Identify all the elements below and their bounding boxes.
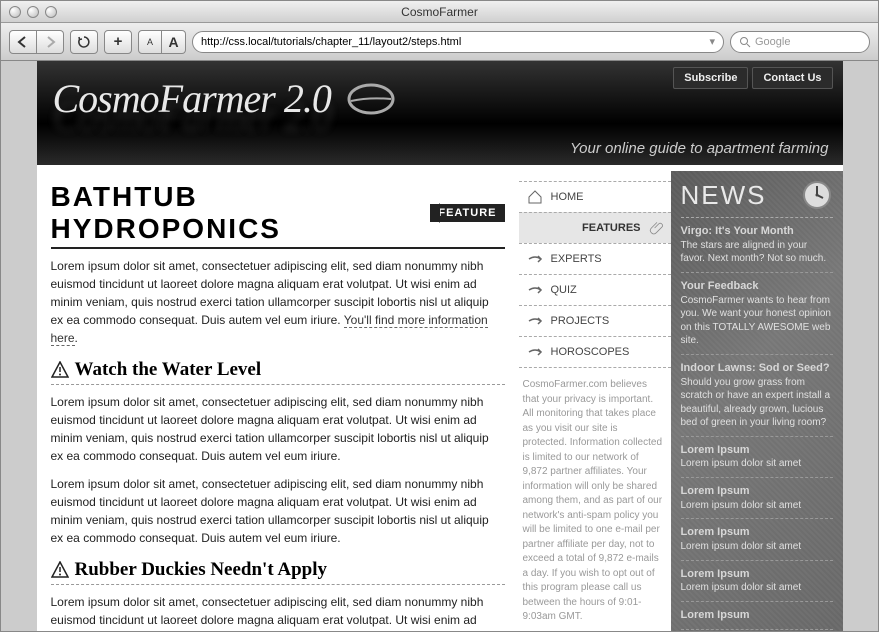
browser-window: CosmoFarmer + A A http://css.local/tutor… [0,0,879,632]
reload-button[interactable] [70,30,98,54]
news-item[interactable]: Lorem IpsumLorem ipsum dolor sit amet [681,437,833,478]
nav-buttons [9,30,64,54]
nav-label: FEATURES [582,222,640,234]
text-size-buttons: A A [138,30,186,54]
arrow-icon [527,344,543,360]
news-item-body: Should you grow grass from scratch or ha… [681,377,831,429]
nav-label: PROJECTS [551,315,610,327]
search-icon [739,36,751,48]
nav-label: HOME [551,191,584,203]
news-item[interactable]: Lorem IpsumLorem ipsum dolor sit amet [681,561,833,602]
contact-button[interactable]: Contact Us [752,67,832,89]
site-logo-text[interactable]: CosmoFarmer 2.0 [53,75,331,122]
text-larger-button[interactable]: A [162,30,186,54]
arrow-icon [527,282,543,298]
browser-toolbar: + A A http://css.local/tutorials/chapter… [1,23,878,61]
news-item[interactable]: Lorem IpsumLorem ipsum dolor sit amet [681,519,833,560]
news-item[interactable]: Lorem IpsumLorem ipsum dolor sit amet [681,478,833,519]
plus-icon: + [114,33,123,50]
titlebar: CosmoFarmer [1,1,878,23]
article-title: BATHTUB HYDROPONICS FEATURE [51,181,505,249]
article-title-text: BATHTUB HYDROPONICS [51,181,431,245]
news-title: NEWS [681,180,767,211]
page-body: BATHTUB HYDROPONICS FEATURE Lorem ipsum … [37,165,843,631]
nav-item-home[interactable]: HOME [519,181,671,212]
main-column: BATHTUB HYDROPONICS FEATURE Lorem ipsum … [37,171,519,631]
subheading-text: Watch the Water Level [75,359,262,381]
news-item-body: Lorem ipsum dolor sit amet [681,500,802,511]
url-text: http://css.local/tutorials/chapter_11/la… [201,36,461,48]
news-item-title: Lorem Ipsum [681,443,833,458]
warning-icon [51,561,69,579]
news-item-title: Indoor Lawns: Sod or Seed? [681,361,833,376]
feature-badge: FEATURE [430,204,504,222]
subheading-water-level: Watch the Water Level [51,359,505,385]
news-item-title: Lorem Ipsum [681,484,833,499]
window-controls [9,6,57,18]
back-button[interactable] [9,30,37,54]
news-item-title: Lorem Ipsum [681,608,833,623]
add-bookmark-button[interactable]: + [104,30,132,54]
window-title: CosmoFarmer [1,5,878,19]
url-dropdown-icon[interactable]: ▾ [709,35,715,48]
minimize-window-button[interactable] [27,6,39,18]
news-item[interactable]: Your FeedbackCosmoFarmer wants to hear f… [681,273,833,355]
article-paragraph: Lorem ipsum dolor sit amet, consectetuer… [51,475,505,547]
url-bar[interactable]: http://css.local/tutorials/chapter_11/la… [192,31,724,53]
search-bar[interactable]: Google [730,31,870,53]
article-paragraph: Lorem ipsum dolor sit amet, consectetuer… [51,257,505,347]
viewport[interactable]: Subscribe Contact Us CosmoFarmer 2.0 You… [1,61,878,631]
nav-item-horoscopes[interactable]: HOROSCOPES [519,336,671,368]
close-window-button[interactable] [9,6,21,18]
side-column: HOME FEATURES EXPERTS QUIZ [519,171,671,631]
arrow-icon [527,313,543,329]
news-item-body: Lorem ipsum dolor sit amet [681,541,802,552]
news-item-body: Lorem ipsum dolor sit amet [681,458,802,469]
news-item-body: The stars are aligned in your favor. Nex… [681,240,827,265]
arrow-icon [527,251,543,267]
subheading-rubber-duckies: Rubber Duckies Needn't Apply [51,559,505,585]
text-smaller-button[interactable]: A [138,30,162,54]
article-paragraph: Lorem ipsum dolor sit amet, consectetuer… [51,593,505,631]
forward-arrow-icon [43,36,57,48]
nav-item-quiz[interactable]: QUIZ [519,274,671,305]
clock-icon [801,179,833,211]
nav-item-features[interactable]: FEATURES [519,212,671,243]
subscribe-button[interactable]: Subscribe [673,67,748,89]
article-paragraph: Lorem ipsum dolor sit amet, consectetuer… [51,393,505,465]
news-item-body: CosmoFarmer wants to hear from you. We w… [681,295,831,347]
nav-label: QUIZ [551,284,577,296]
news-item-title: Virgo: It's Your Month [681,224,833,239]
news-header: NEWS [681,179,833,218]
search-placeholder: Google [755,36,790,48]
forward-button[interactable] [37,30,64,54]
news-item-title: Lorem Ipsum [681,525,833,540]
news-item[interactable]: Virgo: It's Your MonthThe stars are alig… [681,218,833,273]
leaf-icon [341,79,397,119]
page: Subscribe Contact Us CosmoFarmer 2.0 You… [37,61,843,631]
main-nav: HOME FEATURES EXPERTS QUIZ [519,181,671,368]
privacy-notice: CosmoFarmer.com believes that your priva… [519,368,671,625]
reload-icon [77,35,91,49]
tagline: Your online guide to apartment farming [570,140,829,157]
nav-label: HOROSCOPES [551,346,630,358]
subheading-text: Rubber Duckies Needn't Apply [75,559,328,581]
nav-item-projects[interactable]: PROJECTS [519,305,671,336]
news-column: NEWS Virgo: It's Your MonthThe stars are… [671,171,843,631]
nav-item-experts[interactable]: EXPERTS [519,243,671,274]
zoom-window-button[interactable] [45,6,57,18]
site-header: Subscribe Contact Us CosmoFarmer 2.0 You… [37,61,843,165]
news-item[interactable]: Indoor Lawns: Sod or Seed?Should you gro… [681,355,833,437]
nav-label: EXPERTS [551,253,602,265]
warning-icon [51,361,69,379]
news-item-title: Lorem Ipsum [681,567,833,582]
back-arrow-icon [16,36,30,48]
news-item[interactable]: Lorem Ipsum [681,602,833,630]
news-item-body: Lorem ipsum dolor sit amet [681,582,802,593]
home-icon [527,189,543,205]
news-item-title: Your Feedback [681,279,833,294]
paperclip-icon [649,220,665,236]
